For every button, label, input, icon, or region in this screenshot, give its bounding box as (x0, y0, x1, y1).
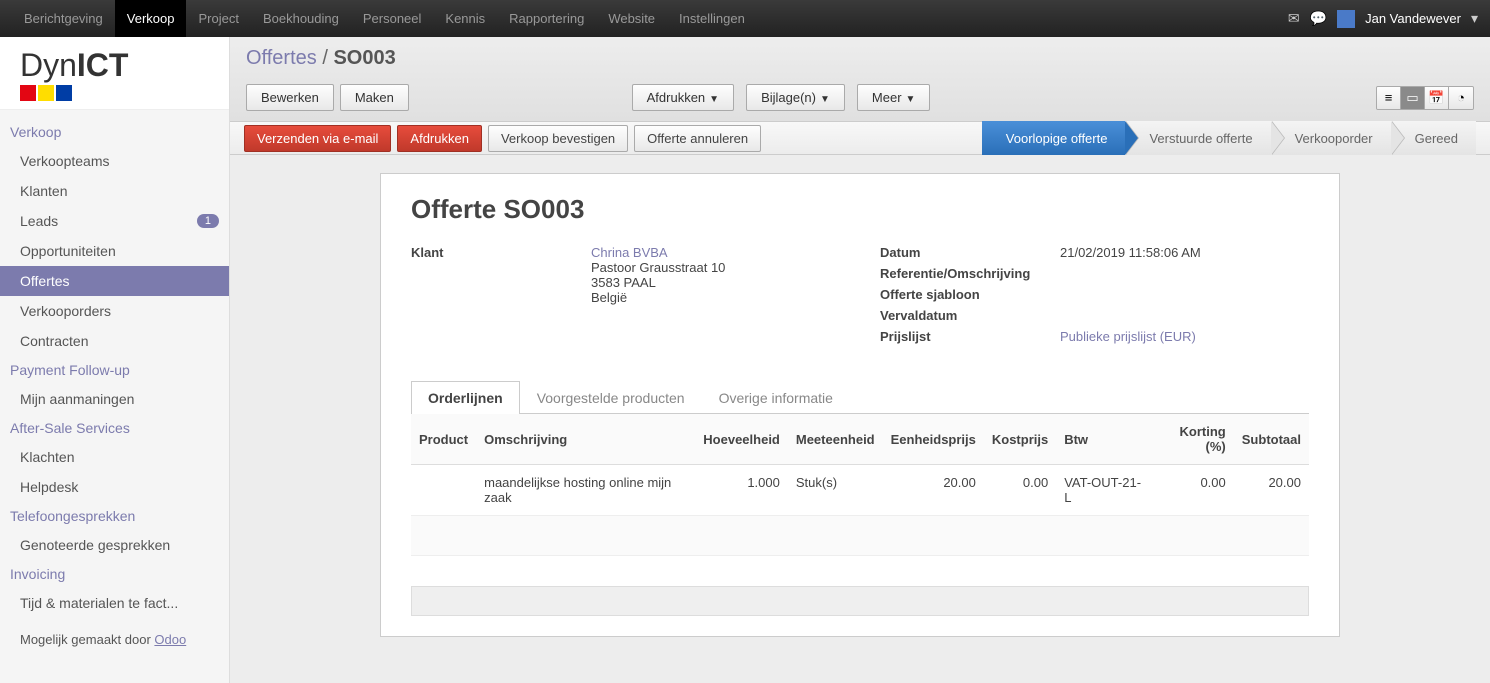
nav-kennis[interactable]: Kennis (433, 0, 497, 37)
nav-berichtgeving[interactable]: Berichtgeving (12, 0, 115, 37)
cell: Stuk(s) (788, 465, 883, 516)
send-email-button[interactable]: Verzenden via e-mail (244, 125, 391, 152)
notebook-tabs: OrderlijnenVoorgestelde productenOverige… (411, 380, 1309, 414)
pricelist-label: Prijslijst (880, 329, 1060, 344)
badge: 1 (197, 214, 219, 228)
order-lines-table: ProductOmschrijvingHoeveelheidMeeteenhei… (411, 414, 1309, 556)
sidebar-section: After-Sale Services (0, 414, 229, 442)
top-navbar: BerichtgevingVerkoopProjectBoekhoudingPe… (0, 0, 1490, 37)
sidebar-item-contracten[interactable]: Contracten (0, 326, 229, 356)
sidebar-section: Telefoongesprekken (0, 502, 229, 530)
list-view-icon[interactable]: ≡ (1377, 87, 1401, 109)
customer-country: België (591, 290, 627, 305)
sidebar-item-opportuniteiten[interactable]: Opportuniteiten (0, 236, 229, 266)
cell: 1.000 (695, 465, 788, 516)
sidebar-item-mijn-aanmaningen[interactable]: Mijn aanmaningen (0, 384, 229, 414)
cell: maandelijkse hosting online mijn zaak (476, 465, 695, 516)
form-sheet: Offerte SO003 Klant Chrina BVBA Pastoor … (380, 173, 1340, 637)
cell: VAT-OUT-21-L (1056, 465, 1150, 516)
breadcrumb-root[interactable]: Offertes (246, 47, 317, 69)
cancel-quote-button[interactable]: Offerte annuleren (634, 125, 761, 152)
date-value: 21/02/2019 11:58:06 AM (1060, 245, 1201, 260)
nav-personeel[interactable]: Personeel (351, 0, 434, 37)
col-header: Eenheidsprijs (883, 414, 984, 465)
username[interactable]: Jan Vandewever (1365, 11, 1461, 26)
reference-label: Referentie/Omschrijving (880, 266, 1060, 281)
avatar[interactable] (1337, 10, 1355, 28)
edit-button[interactable]: Bewerken (246, 84, 334, 111)
col-header: Hoeveelheid (695, 414, 788, 465)
sidebar-section: Invoicing (0, 560, 229, 588)
cell: 20.00 (883, 465, 984, 516)
cell (411, 465, 476, 516)
totals-bar (411, 586, 1309, 616)
table-row-empty[interactable] (411, 516, 1309, 556)
cell: 0.00 (984, 465, 1056, 516)
sidebar: VerkoopVerkoopteamsKlantenLeads1Opportun… (0, 110, 229, 626)
attachment-dropdown[interactable]: Bijlage(n)▼ (746, 84, 845, 111)
sidebar-item-klachten[interactable]: Klachten (0, 442, 229, 472)
sidebar-item-leads[interactable]: Leads1 (0, 206, 229, 236)
template-label: Offerte sjabloon (880, 287, 1060, 302)
sidebar-item-klanten[interactable]: Klanten (0, 176, 229, 206)
col-header: Kostprijs (984, 414, 1056, 465)
sidebar-section: Payment Follow-up (0, 356, 229, 384)
nav-boekhouding[interactable]: Boekhouding (251, 0, 351, 37)
logo: DynICT (0, 37, 229, 110)
tab-2[interactable]: Overige informatie (702, 381, 850, 414)
col-header: Omschrijving (476, 414, 695, 465)
create-button[interactable]: Maken (340, 84, 409, 111)
customer-label: Klant (411, 245, 591, 305)
pricelist-link[interactable]: Publieke prijslijst (EUR) (1060, 329, 1196, 344)
sidebar-item-verkoopteams[interactable]: Verkoopteams (0, 146, 229, 176)
nav-website[interactable]: Website (596, 0, 667, 37)
col-header: Meeteenheid (788, 414, 883, 465)
tab-0[interactable]: Orderlijnen (411, 381, 520, 414)
odoo-link[interactable]: Odoo (154, 632, 186, 647)
record-title: Offerte SO003 (411, 194, 1309, 225)
sidebar-item-tijd-&-materialen-te-fact...[interactable]: Tijd & materialen te fact... (0, 588, 229, 618)
nav-project[interactable]: Project (186, 0, 250, 37)
col-header: Product (411, 414, 476, 465)
customer-link[interactable]: Chrina BVBA (591, 245, 668, 260)
sidebar-item-genoteerde-gesprekken[interactable]: Genoteerde gesprekken (0, 530, 229, 560)
sidebar-section: Verkoop (0, 118, 229, 146)
print-button[interactable]: Afdrukken (397, 125, 482, 152)
print-dropdown[interactable]: Afdrukken▼ (632, 84, 734, 111)
nav-verkoop[interactable]: Verkoop (115, 0, 187, 37)
cell: 0.00 (1150, 465, 1233, 516)
chat-icon[interactable]: 💬 (1310, 10, 1327, 27)
nav-instellingen[interactable]: Instellingen (667, 0, 757, 37)
tab-1[interactable]: Voorgestelde producten (520, 381, 702, 414)
stage-1[interactable]: Verstuurde offerte (1125, 121, 1270, 155)
cell: 20.00 (1234, 465, 1309, 516)
sidebar-item-offertes[interactable]: Offertes (0, 266, 229, 296)
statusbar: Voorlopige offerteVerstuurde offerteVerk… (982, 121, 1476, 155)
messaging-icon[interactable]: ✉ (1288, 10, 1300, 27)
col-header: Btw (1056, 414, 1150, 465)
stage-0[interactable]: Voorlopige offerte (982, 121, 1126, 155)
form-view-icon[interactable]: ▭ (1401, 87, 1425, 109)
confirm-sale-button[interactable]: Verkoop bevestigen (488, 125, 628, 152)
view-switcher: ≡ ▭ 📅 ◔ (1376, 86, 1474, 110)
sidebar-item-helpdesk[interactable]: Helpdesk (0, 472, 229, 502)
customer-address-line2: 3583 PAAL (591, 275, 656, 290)
more-dropdown[interactable]: Meer▼ (857, 84, 931, 111)
nav-rapportering[interactable]: Rapportering (497, 0, 596, 37)
calendar-view-icon[interactable]: 📅 (1425, 87, 1449, 109)
sidebar-item-verkooporders[interactable]: Verkooporders (0, 296, 229, 326)
user-menu-caret-icon[interactable]: ▾ (1471, 10, 1478, 27)
breadcrumb: Offertes / SO003 (246, 47, 1474, 70)
graph-view-icon[interactable]: ◔ (1449, 87, 1473, 109)
col-header: Korting (%) (1150, 414, 1233, 465)
breadcrumb-current: SO003 (333, 47, 395, 69)
table-row[interactable]: maandelijkse hosting online mijn zaak1.0… (411, 465, 1309, 516)
col-header: Subtotaal (1234, 414, 1309, 465)
stage-2[interactable]: Verkooporder (1271, 121, 1391, 155)
powered-by: Mogelijk gemaakt door Odoo (0, 626, 229, 653)
date-label: Datum (880, 245, 1060, 260)
customer-address-line1: Pastoor Grausstraat 10 (591, 260, 725, 275)
expiry-label: Vervaldatum (880, 308, 1060, 323)
